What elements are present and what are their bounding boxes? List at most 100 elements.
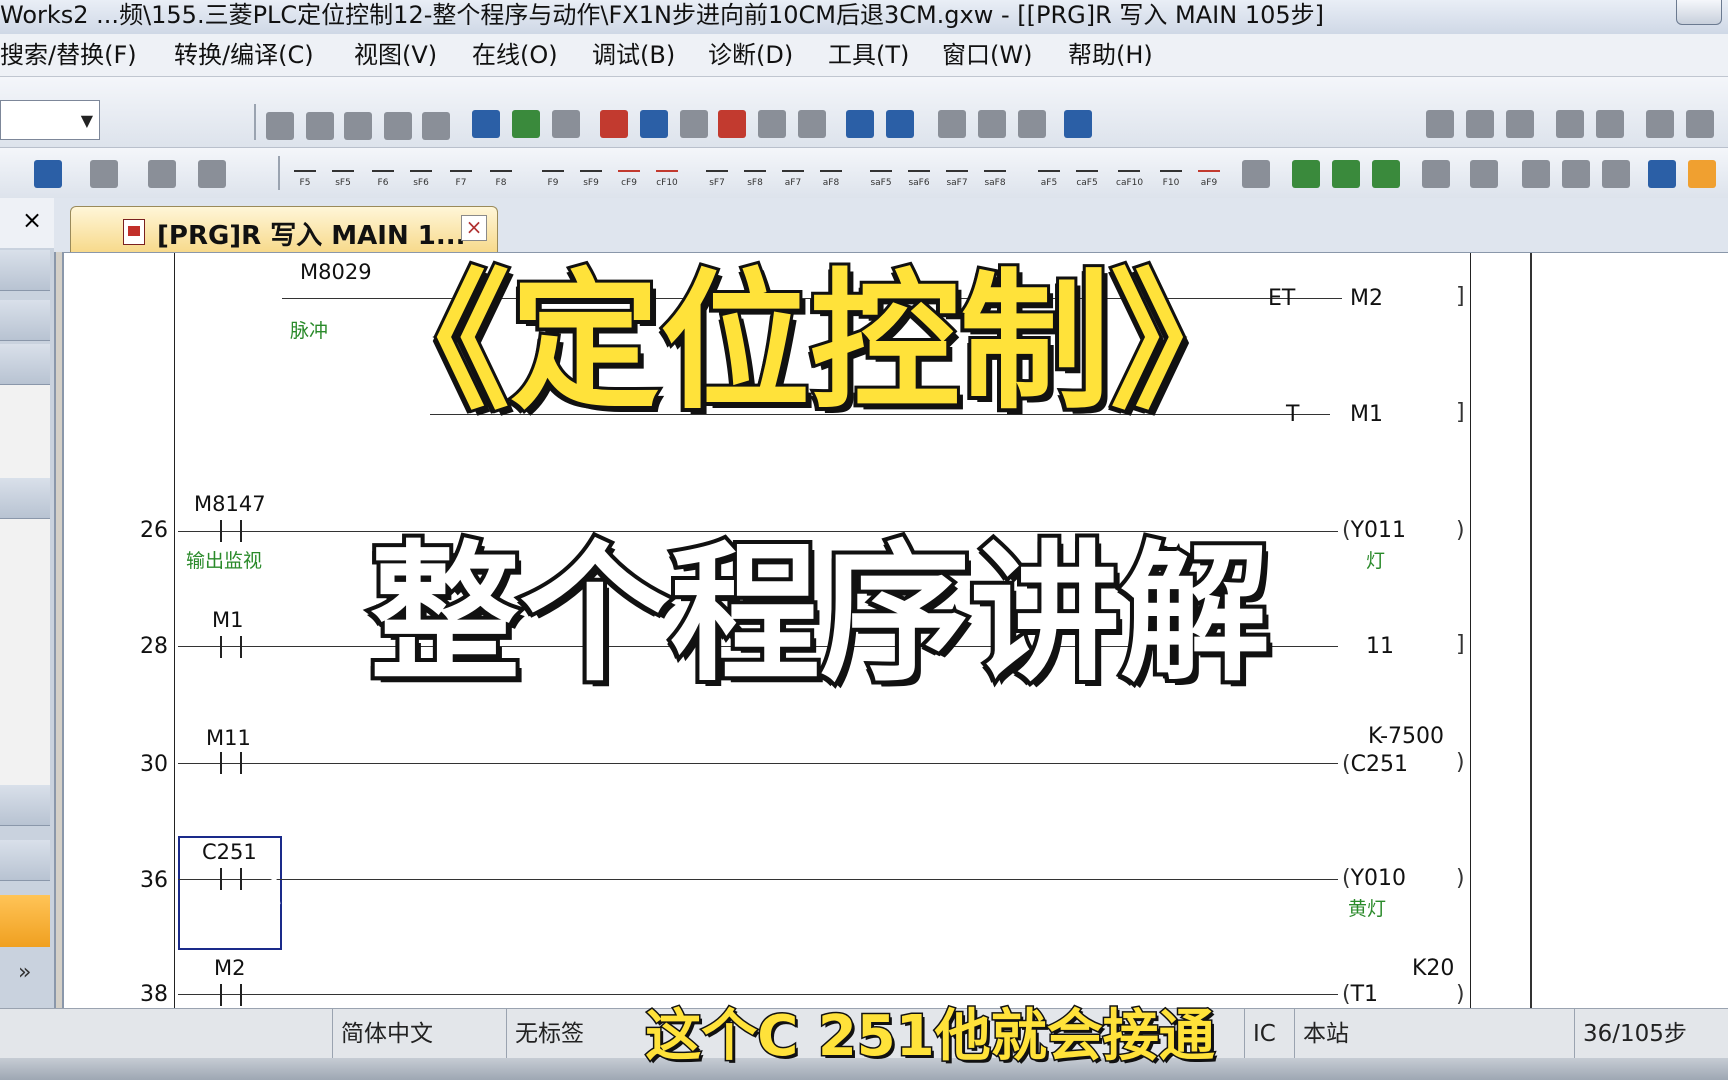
contact-label: M2: [214, 956, 246, 980]
search-device-icon[interactable]: [718, 110, 746, 138]
find-icon[interactable]: [90, 160, 118, 188]
pane-item[interactable]: [0, 250, 50, 291]
pane-item[interactable]: [0, 785, 50, 826]
pane-active-item[interactable]: [0, 895, 50, 947]
op-falling-icon[interactable]: caF5: [1074, 158, 1100, 188]
note-icon[interactable]: [1018, 110, 1046, 138]
menu-convert-compile[interactable]: 转换/编译(C): [174, 40, 314, 70]
statement-icon[interactable]: [978, 110, 1006, 138]
tool-d-icon[interactable]: [1422, 160, 1450, 188]
binoculars-icon[interactable]: [198, 160, 226, 188]
tab-close-icon[interactable]: ×: [461, 215, 487, 241]
tool-c-icon[interactable]: [1372, 160, 1400, 188]
rung-wire: [178, 879, 1338, 880]
tab-prg-main[interactable]: [PRG]R 写入 MAIN 1... ×: [70, 206, 498, 253]
op-rising-icon[interactable]: aF5: [1036, 158, 1062, 188]
computer-icon[interactable]: [1064, 110, 1092, 138]
chart2-icon[interactable]: [1686, 110, 1714, 138]
dev-monitor-icon[interactable]: [846, 110, 874, 138]
cross-ref-icon[interactable]: [758, 110, 786, 138]
window-restore-button[interactable]: [1676, 0, 1722, 25]
redo-icon[interactable]: [422, 112, 450, 140]
menu-diagnose[interactable]: 诊断(D): [708, 40, 793, 70]
tool-h-icon[interactable]: [1602, 160, 1630, 188]
rising-pulse-icon[interactable]: sF7: [704, 158, 730, 188]
undo-icon[interactable]: [384, 112, 412, 140]
read-plc-icon[interactable]: [600, 110, 628, 138]
menu-online[interactable]: 在线(O): [472, 40, 558, 70]
dev-write-icon[interactable]: [472, 110, 500, 138]
label-icon[interactable]: [552, 110, 580, 138]
ladder-layout-icon[interactable]: [1426, 110, 1454, 138]
write-plc-icon[interactable]: [640, 110, 668, 138]
neg-rising-icon[interactable]: saF5: [868, 158, 894, 188]
line-input-icon[interactable]: F10: [1158, 158, 1184, 188]
neg-rising-branch-icon[interactable]: saF7: [944, 158, 970, 188]
dev-view-icon[interactable]: [34, 160, 62, 188]
dev-test-icon[interactable]: [886, 110, 914, 138]
horizontal-line-icon[interactable]: F9: [540, 158, 566, 188]
menu-help[interactable]: 帮助(H): [1068, 40, 1153, 70]
tool-a-icon[interactable]: [1292, 160, 1320, 188]
paste-icon[interactable]: [344, 112, 372, 140]
tool-e-icon[interactable]: [1470, 160, 1498, 188]
instruction-icon[interactable]: F8: [488, 158, 514, 188]
monitor-icon[interactable]: [512, 110, 540, 138]
ladder-delete-icon[interactable]: [1506, 110, 1534, 138]
menu-window[interactable]: 窗口(W): [942, 40, 1032, 70]
project-combo[interactable]: ▼: [0, 100, 100, 140]
fit-icon[interactable]: [1596, 110, 1624, 138]
falling-pulse-icon[interactable]: sF8: [742, 158, 768, 188]
verify-icon[interactable]: [680, 110, 708, 138]
rising-branch-icon[interactable]: aF7: [780, 158, 806, 188]
pane-item[interactable]: [0, 478, 50, 519]
tool-i-icon[interactable]: [1648, 160, 1676, 188]
tool-j-icon[interactable]: [1688, 160, 1716, 188]
open-contact-icon[interactable]: F5: [292, 158, 318, 188]
menu-view[interactable]: 视图(V): [354, 40, 437, 70]
vertical-line-icon[interactable]: sF9: [578, 158, 604, 188]
st-icon[interactable]: [1242, 160, 1270, 188]
cut-icon[interactable]: [266, 112, 294, 140]
delete-vline-icon[interactable]: cF10: [654, 158, 680, 188]
status-language: 简体中文: [332, 1009, 501, 1059]
device-list-icon[interactable]: [798, 110, 826, 138]
line-delete-icon[interactable]: aF9: [1196, 158, 1222, 188]
ladder-insert-icon[interactable]: [1466, 110, 1494, 138]
contact-symbol[interactable]: [220, 752, 242, 774]
invert-icon[interactable]: caF10: [1116, 158, 1143, 188]
tool-g-icon[interactable]: [1562, 160, 1590, 188]
menu-tools[interactable]: 工具(T): [828, 40, 909, 70]
contact-symbol[interactable]: [220, 984, 242, 1006]
chevron-more-icon[interactable]: »: [18, 960, 31, 985]
contact-label: C251: [202, 840, 257, 864]
pane-item[interactable]: [0, 344, 50, 385]
zoom-icon[interactable]: [1556, 110, 1584, 138]
contact-symbol[interactable]: [220, 636, 242, 658]
open-branch-icon[interactable]: sF5: [330, 158, 356, 188]
tool-b-icon[interactable]: [1332, 160, 1360, 188]
closed-branch-icon[interactable]: sF6: [408, 158, 434, 188]
neg-falling-icon[interactable]: saF6: [906, 158, 932, 188]
tool-f-icon[interactable]: [1522, 160, 1550, 188]
coil-icon[interactable]: F7: [448, 158, 474, 188]
closed-contact-icon[interactable]: F6: [370, 158, 396, 188]
coil-device: M1: [1350, 402, 1383, 427]
coil-bracket: ): [1456, 750, 1465, 775]
help-icon[interactable]: [148, 160, 176, 188]
coil-bracket: ): [1456, 518, 1465, 543]
falling-branch-icon[interactable]: aF8: [818, 158, 844, 188]
chart-icon[interactable]: [1646, 110, 1674, 138]
menu-debug[interactable]: 调试(B): [592, 40, 675, 70]
menu-search-replace[interactable]: 搜索/替换(F): [0, 40, 137, 70]
pane-item[interactable]: [0, 300, 50, 341]
close-pane-icon[interactable]: ×: [22, 206, 42, 234]
contact-symbol[interactable]: [220, 868, 242, 890]
neg-falling-branch-icon[interactable]: saF8: [982, 158, 1008, 188]
left-power-rail: [64, 253, 175, 1009]
delete-line-icon[interactable]: cF9: [616, 158, 642, 188]
copy-icon[interactable]: [306, 112, 334, 140]
comment-icon[interactable]: [938, 110, 966, 138]
contact-symbol[interactable]: [220, 520, 242, 542]
pane-item[interactable]: [0, 840, 50, 881]
